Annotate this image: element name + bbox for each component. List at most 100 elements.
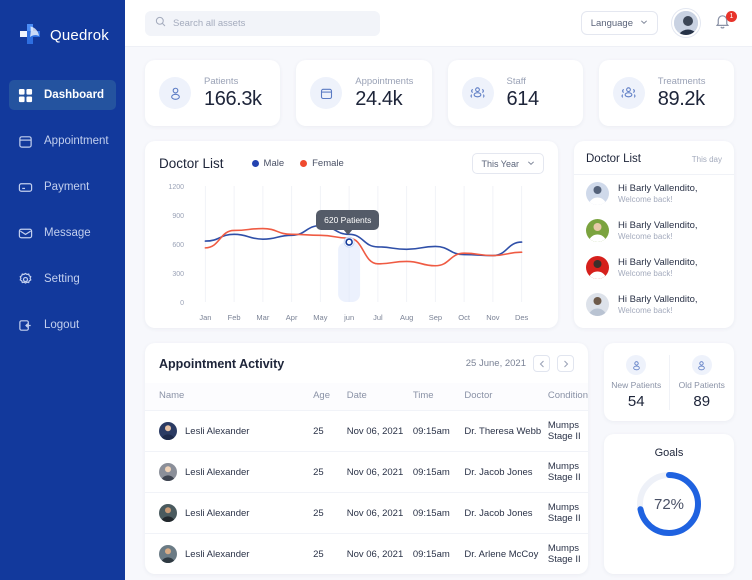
svg-text:Jan: Jan — [199, 313, 211, 322]
stat-value: 614 — [506, 87, 540, 110]
appointment-time: 09:15am — [412, 410, 465, 452]
svg-text:Sep: Sep — [429, 313, 442, 322]
legend-item-male[interactable]: Male — [251, 158, 285, 169]
svg-text:300: 300 — [172, 271, 184, 278]
appointment-date: Nov 06, 2021 — [346, 533, 413, 574]
search-input[interactable] — [173, 17, 370, 29]
doctor-list-header: Doctor List This day — [574, 141, 734, 175]
chart-title: Doctor List — [159, 156, 224, 171]
column-header-date: Date — [346, 383, 413, 411]
avatar — [159, 463, 177, 481]
doctor-name: Dr. Theresa Webb — [464, 410, 548, 452]
chart-and-doctors-row: Doctor List Male Female This Year 0 300 … — [145, 141, 734, 328]
list-item[interactable]: Hi Barly Vallendito, Welcome back! — [574, 286, 734, 323]
chevron-down-icon — [527, 159, 535, 169]
notification-badge: 1 — [726, 11, 737, 22]
avatar — [586, 182, 609, 205]
activity-row: Appointment Activity 25 June, 2021 Name — [145, 343, 734, 574]
card-icon — [18, 180, 33, 195]
svg-text:900: 900 — [172, 213, 184, 220]
legend-label-male: Male — [263, 158, 285, 169]
stat-card-treatments[interactable]: Treatments 89.2k — [598, 60, 734, 126]
table-header-row: Name Age Date Time Doctor Condition — [145, 383, 588, 411]
language-selector[interactable]: Language — [580, 11, 658, 35]
patient-icon — [691, 355, 712, 375]
doctor-name: Hi Barly Vallendito, — [618, 294, 698, 305]
svg-text:1200: 1200 — [168, 184, 184, 191]
list-item[interactable]: Hi Barly Vallendito, Welcome back! — [574, 212, 734, 249]
list-item[interactable]: Hi Barly Vallendito, Welcome back! — [574, 175, 734, 212]
activity-date: 25 June, 2021 — [465, 358, 526, 369]
svg-text:Mar: Mar — [256, 313, 269, 322]
prev-page-button[interactable] — [533, 355, 550, 372]
chart-range-selector[interactable]: This Year — [472, 153, 544, 174]
sidebar-item-dashboard[interactable]: Dashboard — [9, 80, 116, 110]
new-patients-block[interactable]: New Patients 54 — [604, 355, 669, 410]
user-avatar[interactable] — [672, 9, 700, 37]
patient-age: 25 — [313, 533, 347, 574]
doctor-name: Dr. Jacob Jones — [464, 492, 548, 534]
search-icon — [155, 14, 166, 32]
patient-age: 25 — [313, 492, 347, 534]
appointment-activity-header: Appointment Activity 25 June, 2021 — [145, 343, 588, 383]
condition: Mumps Stage II — [547, 451, 588, 493]
patient-age: 25 — [313, 451, 347, 493]
stat-card-appointments[interactable]: Appointments 24.4k — [296, 60, 432, 126]
table-row[interactable]: Lesli Alexander 25 Nov 06, 2021 09:15am … — [145, 492, 588, 534]
chevron-down-icon — [640, 18, 648, 29]
legend-item-female[interactable]: Female — [300, 158, 344, 169]
svg-text:Aug: Aug — [400, 313, 413, 322]
doctor-name: Hi Barly Vallendito, — [618, 257, 698, 268]
table-body: Lesli Alexander 25 Nov 06, 2021 09:15am … — [145, 410, 588, 574]
svg-text:May: May — [313, 313, 327, 322]
avatar — [159, 422, 177, 440]
stat-card-staff[interactable]: Staff 614 — [447, 60, 583, 126]
condition: Mumps Stage II — [547, 533, 588, 574]
sidebar-item-payment[interactable]: Payment — [9, 172, 116, 202]
envelope-icon — [18, 226, 33, 241]
gear-icon — [18, 272, 33, 287]
goals-donut-chart: 72% — [633, 468, 705, 540]
sidebar-item-appointment[interactable]: Appointment — [9, 126, 116, 156]
doctor-subtitle: Welcome back! — [618, 195, 673, 204]
sidebar-item-message[interactable]: Message — [9, 218, 116, 248]
stat-value: 89.2k — [657, 87, 705, 110]
appointment-time: 09:15am — [412, 533, 465, 574]
search-bar[interactable] — [145, 10, 380, 36]
sidebar-item-logout[interactable]: Logout — [9, 310, 116, 340]
appointment-date: Nov 06, 2021 — [346, 410, 413, 452]
sidebar-item-label: Payment — [44, 181, 90, 193]
sidebar-item-label: Setting — [44, 273, 80, 285]
table-row[interactable]: Lesli Alexander 25 Nov 06, 2021 09:15am … — [145, 410, 588, 452]
appointment-activity-card: Appointment Activity 25 June, 2021 Name — [145, 343, 588, 574]
topbar: Language — [125, 0, 752, 47]
list-item[interactable]: Hi Barly Vallendito, Welcome back! — [574, 249, 734, 286]
right-column: New Patients 54 Old Patients 89 Goals 72… — [604, 343, 734, 574]
table-row[interactable]: Lesli Alexander 25 Nov 06, 2021 09:15am … — [145, 533, 588, 574]
old-patients-value: 89 — [693, 393, 711, 410]
doctor-list-title: Doctor List — [586, 153, 641, 165]
doctor-name: Dr. Arlene McCoy — [464, 533, 548, 574]
patient-icon — [159, 77, 191, 109]
old-patients-block[interactable]: Old Patients 89 — [668, 355, 735, 410]
table-row[interactable]: Lesli Alexander 25 Nov 06, 2021 09:15am … — [145, 451, 588, 493]
next-page-button[interactable] — [557, 355, 574, 372]
staff-icon — [461, 77, 494, 109]
stat-card-patients[interactable]: Patients 166.3k — [145, 60, 281, 126]
sidebar-nav: Dashboard Appointment Payment Message Se… — [0, 80, 125, 356]
condition: Mumps Stage II — [547, 410, 588, 452]
patient-age: 25 — [313, 410, 347, 452]
patient-name: Lesli Alexander — [185, 466, 250, 478]
svg-text:Nov: Nov — [486, 313, 500, 322]
doctor-list-chart-card: Doctor List Male Female This Year 0 300 … — [145, 141, 558, 328]
stat-label: Appointments — [355, 75, 414, 87]
treatment-icon — [612, 77, 645, 109]
sidebar-item-setting[interactable]: Setting — [9, 264, 116, 294]
sidebar: Quedrok Dashboard Appointment Payment Me… — [0, 0, 125, 580]
stat-value: 166.3k — [204, 87, 262, 110]
old-patients-label: Old Patients — [678, 380, 725, 390]
doctor-name: Dr. Jacob Jones — [464, 451, 548, 493]
calendar-icon — [310, 77, 343, 109]
notifications-button[interactable]: 1 — [714, 11, 737, 34]
line-chart-svg: 0 300 600 900 1200 Jan Feb Mar Apr May jun Jul Aug Se… — [168, 184, 528, 322]
